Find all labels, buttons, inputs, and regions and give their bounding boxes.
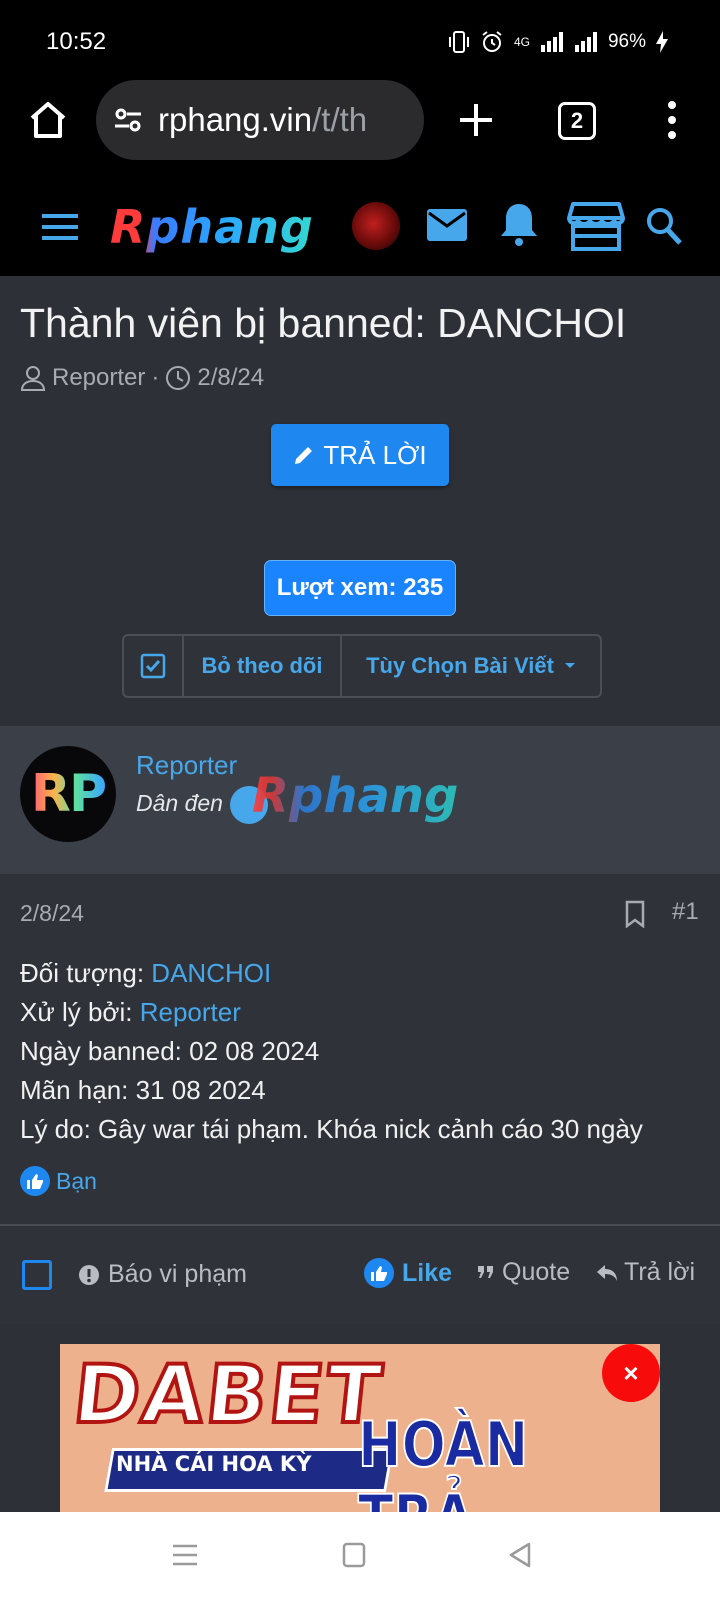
select-thread-checkbox[interactable] xyxy=(124,636,184,696)
ad-tagline: NHÀ CÁI HOA KỲ xyxy=(116,1452,312,1476)
thread-author[interactable]: Reporter xyxy=(52,364,145,392)
ad-headline: HOÀN TRẢ xyxy=(357,1407,529,1512)
quote-button[interactable]: Quote xyxy=(478,1258,570,1287)
store-icon[interactable] xyxy=(567,200,625,252)
view-count-badge: Lượt xem: 235 xyxy=(264,560,456,616)
alarm-icon xyxy=(482,31,502,52)
quote-icon xyxy=(478,1265,493,1278)
notification-bell-icon[interactable] xyxy=(498,200,540,248)
meta-separator: · xyxy=(151,364,160,391)
thread-button-group: Bỏ theo dõi Tùy Chọn Bài Viết xyxy=(122,634,602,698)
home-nav-icon[interactable] xyxy=(342,1542,366,1568)
like-thumb-icon xyxy=(364,1258,394,1288)
ad-brand: DABET xyxy=(67,1346,389,1443)
site-settings-icon[interactable] xyxy=(112,104,144,136)
thread-options-dropdown[interactable]: Tùy Chọn Bài Viết xyxy=(342,636,600,696)
post-number[interactable]: #1 xyxy=(672,898,699,926)
more-menu-icon[interactable] xyxy=(662,98,682,142)
url-path: /t/th xyxy=(312,101,368,138)
line-handled: Xử lý bởi: Reporter xyxy=(20,993,643,1032)
caret-down-icon xyxy=(564,663,575,668)
page-title: Thành viên bị banned: DANCHOI xyxy=(20,300,627,346)
user-avatar[interactable] xyxy=(352,202,400,250)
mail-icon[interactable] xyxy=(425,205,469,245)
back-icon[interactable] xyxy=(508,1542,532,1568)
line-expiry: Mãn hạn: 31 08 2024 xyxy=(20,1075,266,1105)
like-button[interactable]: Like xyxy=(364,1258,452,1288)
quote-label: Quote xyxy=(502,1258,571,1286)
reaction-user: Bạn xyxy=(56,1167,97,1194)
recents-icon[interactable] xyxy=(172,1542,198,1568)
unfollow-button[interactable]: Bỏ theo dõi xyxy=(184,636,342,696)
post-content: Đối tượng: DANCHOI Xử lý bởi: Reporter N… xyxy=(20,954,643,1149)
url-domain: rphang.vin xyxy=(158,101,313,138)
tab-switcher-button[interactable]: 2 xyxy=(558,102,596,140)
site-header: Rphang xyxy=(0,180,720,276)
network-type: 4G xyxy=(513,35,530,49)
home-icon[interactable] xyxy=(26,98,70,142)
post-user-card: RP Reporter Dân đen Rphang xyxy=(0,726,720,876)
thread-options-label: Tùy Chọn Bài Viết xyxy=(366,653,554,678)
handled-link[interactable]: Reporter xyxy=(140,997,241,1027)
report-button[interactable]: Báo vi phạm xyxy=(78,1260,247,1289)
site-logo[interactable]: Rphang xyxy=(110,200,314,254)
reply-link-label: Trả lời xyxy=(624,1258,696,1286)
battery-level: 96% xyxy=(607,31,646,52)
clock-icon xyxy=(166,366,191,390)
system-nav-bar xyxy=(0,1512,720,1600)
post-actions: Báo vi phạm Like Quote Trả lời xyxy=(0,1226,720,1324)
target-link[interactable]: DANCHOI xyxy=(151,958,271,988)
thumbs-up-icon xyxy=(20,1166,50,1196)
signal-icon xyxy=(540,32,563,52)
reply-button-label: TRẢ LỜI xyxy=(323,439,427,470)
report-label: Báo vi phạm xyxy=(108,1260,247,1288)
ad-close-button[interactable]: × xyxy=(602,1344,660,1402)
thread-date[interactable]: 2/8/24 xyxy=(197,364,264,392)
ad-area: DABET NHÀ CÁI HOA KỲ HOÀN TRẢ × xyxy=(0,1324,720,1512)
vibrate-icon xyxy=(448,31,469,53)
reply-arrow-icon xyxy=(597,1264,617,1281)
new-tab-icon[interactable] xyxy=(456,100,496,140)
target-label: Đối tượng: xyxy=(20,958,152,988)
reply-link[interactable]: Trả lời xyxy=(596,1258,695,1287)
handled-label: Xử lý bởi: xyxy=(20,997,140,1027)
post-body: 2/8/24 #1 Đối tượng: DANCHOI Xử lý bởi: … xyxy=(0,874,720,1324)
line-ban-date: Ngày banned: 02 08 2024 xyxy=(20,1036,320,1066)
hamburger-menu-icon[interactable] xyxy=(40,212,80,242)
pencil-icon xyxy=(295,447,313,464)
url-text[interactable]: rphang.vin/t/th xyxy=(158,101,406,139)
post-date[interactable]: 2/8/24 xyxy=(20,900,84,927)
browser-toolbar: rphang.vin/t/th 2 xyxy=(0,80,720,180)
search-icon[interactable] xyxy=(645,206,683,246)
status-bar: 10:52 4G 96% xyxy=(0,0,720,80)
line-reason: Lý do: Gây war tái phạm. Khóa nick cảnh … xyxy=(20,1114,643,1144)
user-icon xyxy=(20,366,46,391)
alert-icon xyxy=(79,1264,99,1285)
charging-icon xyxy=(656,31,668,53)
poster-avatar[interactable]: RP xyxy=(20,746,116,842)
user-banner: Rphang xyxy=(252,768,459,824)
status-time: 10:52 xyxy=(46,28,107,55)
poster-username[interactable]: Reporter xyxy=(136,750,237,781)
checkbox-checked-icon xyxy=(140,653,166,679)
reactions-bar[interactable]: Bạn xyxy=(20,1166,97,1196)
thread-meta: Reporter · 2/8/24 xyxy=(20,364,264,392)
bookmark-icon[interactable] xyxy=(624,900,646,928)
ad-banner[interactable]: DABET NHÀ CÁI HOA KỲ HOÀN TRẢ xyxy=(60,1344,660,1512)
poster-user-title: Dân đen xyxy=(136,790,223,816)
like-label: Like xyxy=(402,1258,453,1287)
poster-avatar-text: RP xyxy=(30,764,107,824)
reply-button[interactable]: TRẢ LỜI xyxy=(271,424,449,486)
signal-icon-2 xyxy=(574,32,597,52)
line-target: Đối tượng: DANCHOI xyxy=(20,954,643,993)
url-bar[interactable]: rphang.vin/t/th xyxy=(96,80,424,160)
status-icons: 4G 96% xyxy=(448,30,668,54)
select-post-checkbox[interactable] xyxy=(22,1260,52,1290)
